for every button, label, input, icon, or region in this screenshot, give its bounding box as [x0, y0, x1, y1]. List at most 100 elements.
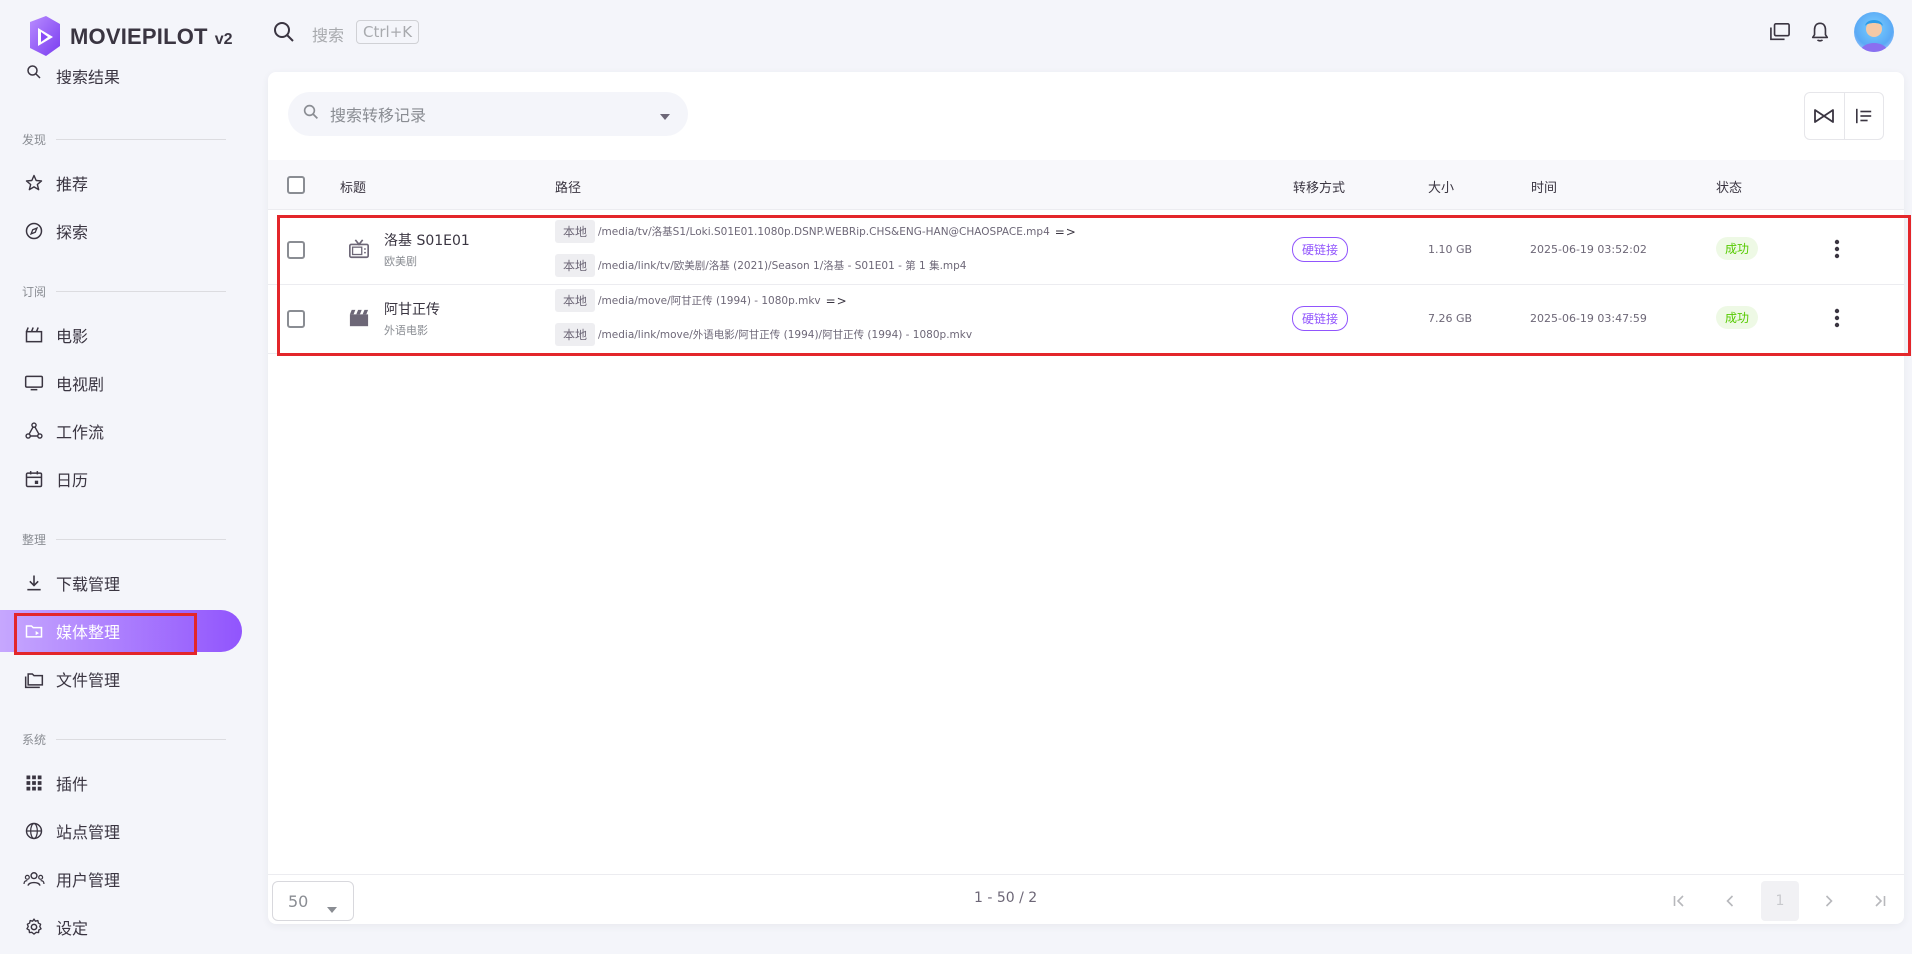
list-view-button[interactable]: [1843, 93, 1884, 139]
first-page-icon[interactable]: [1661, 881, 1699, 921]
sidebar-item-settings[interactable]: 设定: [0, 906, 242, 948]
sidebar-item-sites[interactable]: 站点管理: [0, 810, 242, 852]
sidebar-item-label: 下载管理: [56, 575, 121, 594]
tv-icon: [22, 371, 46, 395]
status-badge: 成功: [1716, 237, 1759, 260]
column-header-size[interactable]: 大小: [1428, 177, 1454, 196]
transfer-mode-chip: 硬链接: [1292, 306, 1349, 331]
sidebar-item-label: 设定: [56, 919, 89, 938]
globe-icon: [22, 819, 46, 843]
sidebar-item-workflow[interactable]: 工作流: [0, 410, 242, 452]
sidebar-item-search-results[interactable]: 搜索结果: [0, 58, 242, 84]
destination-path-text: /media/link/tv/欧美剧/洛基 (2021)/Season 1/洛基…: [598, 260, 967, 272]
column-header-time[interactable]: 时间: [1531, 177, 1557, 196]
sidebar-item-label: 媒体整理: [56, 623, 121, 642]
column-header-path[interactable]: 路径: [555, 177, 581, 196]
row-checkbox[interactable]: [287, 310, 305, 328]
transfer-history-card: 搜索转移记录 标题 路径 转移方式 大小 时间 状态 洛基 S01E01 欧美剧: [268, 72, 1904, 924]
destination-path: 本地 /media/link/move/外语电影/阿甘正传 (1994)/阿甘正…: [555, 323, 972, 346]
search-icon[interactable]: [272, 20, 296, 48]
bowtie-view-button[interactable]: [1805, 93, 1844, 139]
global-search-trigger[interactable]: 搜索: [312, 22, 344, 46]
row-title[interactable]: 阿甘正传: [384, 299, 440, 319]
column-header-status[interactable]: 状态: [1716, 177, 1742, 196]
sidebar-item-downloads[interactable]: 下载管理: [0, 562, 242, 604]
table-footer: 50 1 - 50 / 2 1: [268, 874, 1904, 924]
row-category: 欧美剧: [384, 255, 417, 268]
sidebar: MOVIEPILOT v2 搜索结果 发现 推荐 探索 订阅 电影 电视剧 工作…: [0, 0, 242, 954]
sidebar-item-tv[interactable]: 电视剧: [0, 362, 242, 404]
status-badge: 成功: [1716, 306, 1759, 329]
sidebar-item-label: 站点管理: [56, 823, 121, 842]
table-header: 标题 路径 转移方式 大小 时间 状态: [268, 160, 1904, 210]
prev-page-icon[interactable]: [1711, 881, 1749, 921]
sidebar-item-plugins[interactable]: 插件: [0, 762, 242, 804]
more-vertical-icon[interactable]: [1834, 239, 1840, 263]
pagination-range: 1 - 50 / 2: [974, 890, 1038, 906]
row-title[interactable]: 洛基 S01E01: [384, 230, 470, 250]
transfer-time: 2025-06-19 03:47:59: [1530, 312, 1647, 325]
sidebar-item-recommend[interactable]: 推荐: [0, 162, 242, 204]
sidebar-item-files[interactable]: 文件管理: [0, 658, 242, 700]
next-page-icon[interactable]: [1810, 881, 1848, 921]
last-page-icon[interactable]: [1860, 881, 1898, 921]
current-page-button[interactable]: 1: [1761, 881, 1799, 921]
storage-tag: 本地: [555, 289, 596, 312]
section-label-subscribe: 订阅: [22, 283, 226, 300]
sidebar-item-label: 用户管理: [56, 871, 121, 890]
app-logo[interactable]: MOVIEPILOT v2: [26, 16, 232, 58]
sidebar-item-label: 文件管理: [56, 671, 121, 690]
destination-path-text: /media/link/move/外语电影/阿甘正传 (1994)/阿甘正传 (…: [598, 329, 973, 341]
section-label-system: 系统: [22, 731, 226, 748]
source-path-text: /media/tv/洛基S1/Loki.S01E01.1080p.DSNP.WE…: [598, 226, 1050, 238]
search-icon: [22, 60, 46, 84]
star-icon: [22, 171, 46, 195]
table-row[interactable]: 洛基 S01E01 欧美剧 本地 /media/tv/洛基S1/Loki.S01…: [268, 216, 1904, 285]
sidebar-item-label: 电视剧: [56, 375, 105, 394]
sidebar-item-label: 工作流: [56, 423, 105, 442]
sidebar-item-explore[interactable]: 探索: [0, 210, 242, 252]
source-path: 本地 /media/tv/洛基S1/Loki.S01E01.1080p.DSNP…: [555, 220, 1077, 243]
gear-icon: [22, 915, 46, 939]
calendar-icon: [22, 467, 46, 491]
sidebar-item-label: 日历: [56, 471, 89, 490]
transfer-search-field[interactable]: 搜索转移记录: [288, 92, 688, 136]
sidebar-item-label: 电影: [56, 327, 89, 346]
folders-icon: [22, 667, 46, 691]
transfer-arrow: =>: [825, 293, 848, 308]
sidebar-item-movies[interactable]: 电影: [0, 314, 242, 356]
moviepilot-logo-icon: [30, 16, 60, 56]
sidebar-item-users[interactable]: 用户管理: [0, 858, 242, 900]
items-per-page-select[interactable]: 50: [272, 881, 354, 921]
window-icon[interactable]: [1766, 18, 1794, 46]
sidebar-item-label: 插件: [56, 775, 89, 794]
movie-icon: [22, 323, 46, 347]
select-all-checkbox[interactable]: [287, 176, 305, 194]
compass-icon: [22, 219, 46, 243]
storage-tag: 本地: [555, 254, 596, 277]
column-header-title[interactable]: 标题: [340, 177, 366, 196]
avatar[interactable]: [1854, 12, 1894, 52]
caret-down-icon[interactable]: [660, 105, 670, 124]
row-checkbox[interactable]: [287, 241, 305, 259]
sidebar-item-media-organize[interactable]: 媒体整理: [0, 610, 242, 652]
transfer-time: 2025-06-19 03:52:02: [1530, 243, 1647, 256]
section-label-organize: 整理: [22, 531, 226, 548]
search-icon: [302, 103, 320, 125]
row-category: 外语电影: [384, 324, 428, 337]
top-header: 搜索 Ctrl+K: [242, 0, 1912, 66]
more-vertical-icon[interactable]: [1834, 308, 1840, 332]
storage-tag: 本地: [555, 220, 596, 243]
bell-icon[interactable]: [1806, 18, 1834, 46]
column-header-mode[interactable]: 转移方式: [1293, 177, 1345, 196]
download-icon: [22, 571, 46, 595]
source-path: 本地 /media/move/阿甘正传 (1994) - 1080p.mkv =…: [555, 289, 848, 312]
transfer-search-placeholder: 搜索转移记录: [330, 106, 427, 125]
transfer-arrow: =>: [1054, 224, 1077, 239]
app-version: v2: [214, 31, 233, 48]
sidebar-item-calendar[interactable]: 日历: [0, 458, 242, 500]
clapper-icon: [348, 308, 370, 332]
users-icon: [22, 867, 46, 891]
view-toggle-group: [1804, 92, 1884, 140]
table-row[interactable]: 阿甘正传 外语电影 本地 /media/move/阿甘正传 (1994) - 1…: [268, 285, 1904, 354]
